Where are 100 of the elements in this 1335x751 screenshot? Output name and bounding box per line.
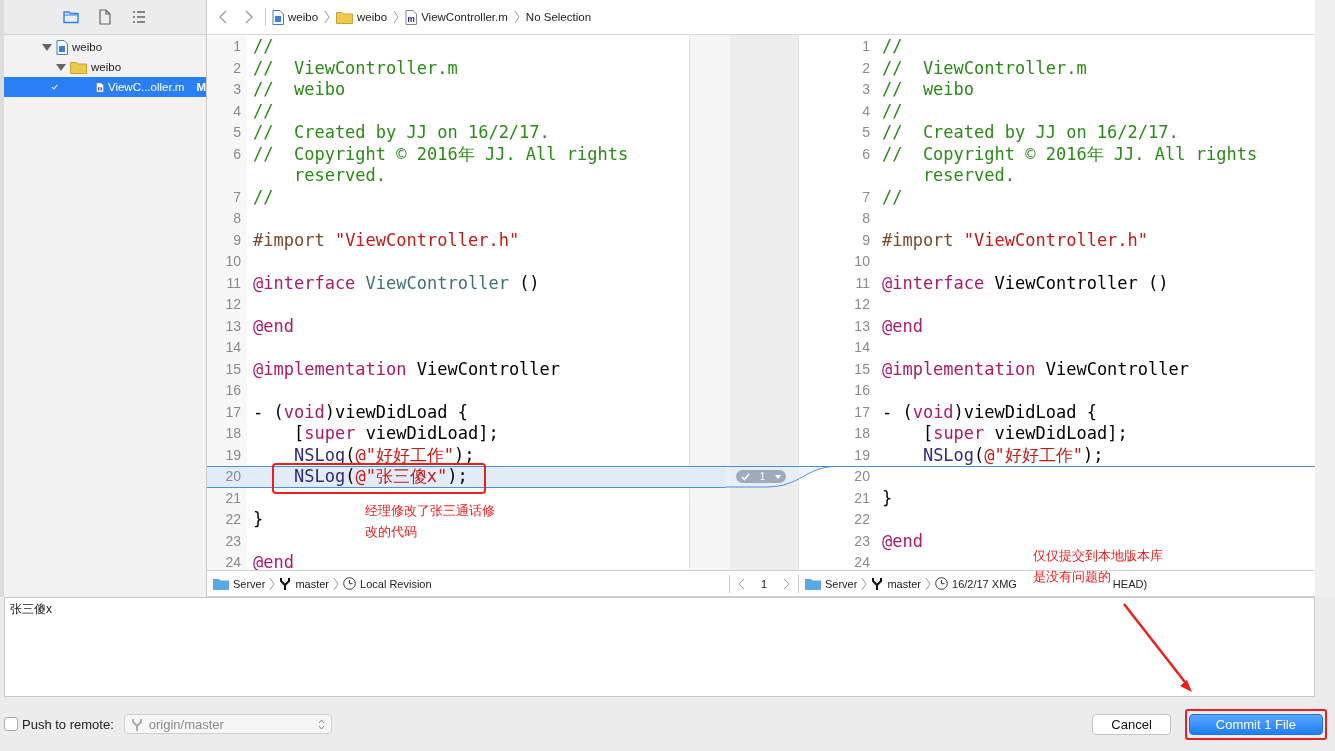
code-line: // ViewController.m <box>881 57 1087 78</box>
folder-icon <box>336 10 354 24</box>
line-number: 16 <box>207 380 247 402</box>
code-line: // Created by JJ on 16/2/17. <box>881 122 1179 142</box>
breadcrumb-item[interactable]: ViewController.m <box>405 9 508 25</box>
project-file-icon <box>272 9 284 25</box>
code-line: // Copyright © 2016年 JJ. All rights reserved. <box>881 143 1259 185</box>
code-line: @interface ViewController () <box>253 272 540 293</box>
line-number: 24 <box>853 553 871 570</box>
branch-label: master <box>295 577 330 590</box>
chevron-icon <box>861 576 868 591</box>
code-line: [super viewDidLoad]; <box>921 423 1128 443</box>
line-number: 20 <box>207 466 247 488</box>
code-line: NSLog(@"张三傻x"); <box>292 466 468 486</box>
line-number: 19 <box>207 444 247 466</box>
breadcrumb-item[interactable]: weibo <box>272 9 319 25</box>
status-letter: M <box>196 81 206 93</box>
line-number: 19 <box>853 445 871 465</box>
code-line: - (void)viewDidLoad { <box>881 401 1097 422</box>
line-number: 8 <box>207 208 247 230</box>
code-line: // <box>881 36 903 56</box>
revision-label: HEAD) <box>1112 577 1148 590</box>
clock-icon <box>343 577 357 590</box>
tree-item[interactable]: weibo <box>4 57 206 77</box>
line-number: 13 <box>207 315 247 337</box>
line-number: 10 <box>207 251 247 273</box>
code-line: @interface ViewController () <box>881 272 1169 293</box>
server-label: Server <box>233 577 266 590</box>
chevron-left-icon <box>219 10 227 24</box>
chevron-icon <box>393 10 400 24</box>
revision-label: 16/2/17 XMG <box>952 577 1017 590</box>
annotation-note: 是没有问题的 <box>1033 568 1111 586</box>
line-number: 7 <box>861 187 871 207</box>
line-number: 18 <box>207 423 247 445</box>
line-number: 5 <box>861 123 871 142</box>
line-number: 17 <box>853 402 871 422</box>
caret-icon <box>774 474 781 479</box>
line-number: 2 <box>861 58 871 78</box>
branch-icon <box>279 577 292 590</box>
chevron-icon <box>333 576 340 591</box>
chevron-icon <box>513 10 520 24</box>
code-line: @end <box>881 530 923 551</box>
cancel-button[interactable]: Cancel <box>1092 713 1171 735</box>
code-line: @end <box>253 315 294 336</box>
branch-label: master <box>887 577 922 590</box>
server-label: Server <box>825 577 858 590</box>
line-number: 4 <box>207 100 247 122</box>
code-line: } <box>253 509 264 529</box>
code-line: // ViewController.m <box>253 57 458 78</box>
code-line: [super viewDidLoad]; <box>292 423 499 443</box>
line-number: 21 <box>853 488 871 508</box>
code-line: #import "ViewController.h" <box>253 229 520 250</box>
line-number: 22 <box>853 510 871 529</box>
breadcrumb-item[interactable]: No Selection <box>525 11 592 23</box>
line-number: 10 <box>853 252 871 271</box>
branch-icon <box>871 577 884 590</box>
chevron-icon <box>925 576 932 591</box>
tree-label: weibo <box>91 61 122 73</box>
line-number: 15 <box>207 358 247 380</box>
revision-index: 1 <box>760 577 768 590</box>
line-number: 11 <box>854 273 871 293</box>
source-file-icon <box>96 79 104 95</box>
code-line: @end <box>253 552 294 570</box>
branch-icon <box>130 717 143 731</box>
line-number: 22 <box>207 509 247 531</box>
push-label: Push to remote: <box>22 716 114 732</box>
code-line: @implementation ViewController <box>881 358 1189 379</box>
check-icon <box>740 472 750 481</box>
code-line: } <box>881 487 893 508</box>
line-number: 9 <box>861 230 871 250</box>
line-number: 24 <box>207 552 247 570</box>
code-line: // <box>881 100 903 121</box>
code-line: NSLog(@"好好工作"); <box>921 444 1104 465</box>
line-number: 1 <box>861 37 871 56</box>
code-line: // weibo <box>253 79 346 99</box>
revision-label: Local Revision <box>360 577 432 590</box>
line-number: 15 <box>853 359 871 379</box>
stepper-icon <box>317 718 325 730</box>
line-number: 7 <box>207 186 247 208</box>
code-line: @implementation ViewController <box>253 358 561 379</box>
line-number: 20 <box>835 466 876 488</box>
folder-icon <box>70 60 87 74</box>
line-number: 8 <box>861 209 871 228</box>
line-number: 4 <box>861 101 871 121</box>
line-number: 3 <box>207 79 247 101</box>
line-number: 12 <box>853 295 871 314</box>
line-number: 23 <box>853 531 871 551</box>
tree-item[interactable]: ViewC...oller.m M <box>4 77 206 97</box>
code-line: // <box>253 186 274 207</box>
annotation-note: 经理修改了张三通话修 <box>365 502 495 520</box>
breadcrumb-item[interactable]: weibo <box>336 10 388 24</box>
tree-item[interactable]: weibo <box>4 37 206 57</box>
commit-message-field[interactable]: 张三傻x <box>4 597 1315 697</box>
code-line: // Copyright © 2016年 JJ. All rights reserved. <box>253 143 630 185</box>
code-line: #import "ViewController.h" <box>881 229 1149 250</box>
source-file-icon <box>405 9 418 25</box>
line-number: 12 <box>207 294 247 316</box>
code-line: - (void)viewDidLoad { <box>253 401 468 422</box>
code-line: // Created by JJ on 16/2/17. <box>253 122 550 142</box>
line-number: 6 <box>861 144 871 164</box>
